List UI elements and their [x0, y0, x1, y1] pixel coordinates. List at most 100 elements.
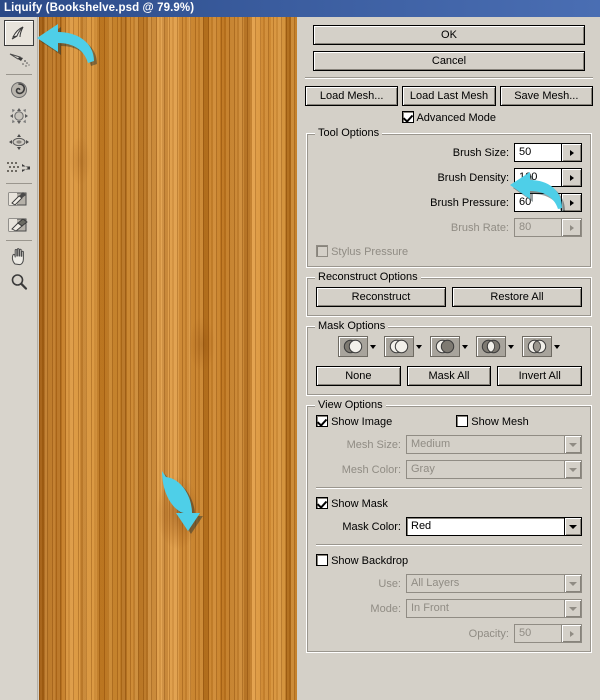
mask-options-legend: Mask Options	[315, 320, 389, 332]
tool-strip	[0, 17, 38, 700]
brush-size-stepper[interactable]	[561, 144, 581, 161]
load-mesh-button[interactable]: Load Mesh...	[305, 86, 399, 106]
brush-density-stepper[interactable]	[561, 169, 581, 186]
chevron-down-icon[interactable]	[564, 518, 581, 535]
backdrop-opacity-label: Opacity:	[468, 627, 509, 640]
stylus-pressure-row: Stylus Pressure	[316, 245, 582, 258]
chevron-down-icon	[564, 436, 581, 453]
brush-rate-stepper	[561, 219, 581, 236]
reconstruct-button[interactable]: Reconstruct	[316, 287, 446, 307]
mask-subtract-icon	[430, 336, 460, 357]
twirl-clockwise-tool[interactable]	[4, 77, 34, 103]
panel-divider	[305, 77, 593, 79]
brush-size-label: Brush Size:	[452, 146, 509, 159]
tool-separator	[5, 74, 32, 75]
reconstruct-icon	[8, 50, 30, 68]
mask-mode-subtract-from-selection[interactable]	[430, 336, 468, 357]
mask-none-button[interactable]: None	[316, 366, 401, 386]
freeze-mask-icon	[8, 190, 30, 208]
hand-tool[interactable]	[4, 243, 34, 269]
checkbox-box	[316, 415, 328, 427]
mesh-color-select: Gray	[406, 460, 582, 479]
thaw-mask-icon	[8, 216, 30, 234]
tool-separator	[5, 183, 32, 184]
forward-warp-tool[interactable]	[3, 20, 34, 46]
brush-rate-input: 80	[514, 218, 582, 237]
backdrop-use-select: All Layers	[406, 574, 582, 593]
reconstruct-tool[interactable]	[4, 46, 34, 72]
ok-button[interactable]: OK	[313, 25, 585, 45]
checkbox-box	[456, 415, 469, 427]
mask-color-select[interactable]: Red	[406, 517, 582, 536]
mask-mode-intersect-with-selection[interactable]	[476, 336, 514, 357]
advanced-mode-label: Advanced Mode	[416, 112, 496, 124]
mesh-buttons-row: Load Mesh... Load Last Mesh Save Mesh...	[305, 86, 593, 106]
brush-size-value: 50	[515, 144, 561, 161]
mask-all-button[interactable]: Mask All	[406, 366, 492, 386]
chevron-down-icon	[508, 344, 514, 349]
mask-color-value: Red	[411, 520, 432, 532]
brush-pressure-label: Brush Pressure:	[430, 196, 509, 209]
mask-color-row: Mask Color: Red	[316, 517, 582, 536]
show-image-checkbox[interactable]: Show Image	[316, 415, 392, 428]
backdrop-mode-row: Mode: In Front	[316, 599, 582, 618]
forward-warp-icon	[9, 24, 29, 42]
mesh-color-label: Mesh Color:	[341, 463, 401, 476]
backdrop-use-label: Use:	[378, 577, 401, 590]
brush-size-input[interactable]: 50	[514, 143, 582, 162]
restore-all-button[interactable]: Restore All	[452, 287, 582, 307]
mask-mode-invert-selection[interactable]	[522, 336, 560, 357]
mask-add-icon	[384, 336, 414, 357]
options-panel: OK Cancel Load Mesh... Load Last Mesh Sa…	[298, 17, 600, 700]
mesh-size-select: Medium	[406, 435, 582, 454]
pucker-icon	[9, 107, 29, 125]
mask-invert-all-button[interactable]: Invert All	[497, 366, 583, 386]
chevron-down-icon	[370, 344, 376, 349]
brush-density-input[interactable]: 100	[514, 168, 582, 187]
zoom-tool[interactable]	[4, 269, 34, 295]
wood-knot	[69, 137, 91, 185]
wood-texture-image	[39, 17, 297, 700]
push-left-tool[interactable]	[4, 155, 34, 181]
brush-pressure-input[interactable]: 60	[514, 193, 582, 212]
checkbox-box	[316, 497, 328, 509]
backdrop-use-row: Use: All Layers	[316, 574, 582, 593]
cancel-button[interactable]: Cancel	[313, 51, 585, 71]
tool-separator	[5, 240, 32, 241]
brush-pressure-stepper[interactable]	[561, 194, 581, 211]
push-left-icon	[6, 160, 31, 176]
thaw-mask-tool[interactable]	[4, 212, 34, 238]
brush-rate-label: Brush Rate:	[450, 221, 509, 234]
zoom-magnifier-icon	[10, 273, 28, 291]
backdrop-opacity-value: 50	[515, 625, 561, 642]
chevron-down-icon	[416, 344, 422, 349]
show-mask-checkbox[interactable]: Show Mask	[316, 497, 388, 510]
chevron-down-icon	[462, 344, 468, 349]
mask-mode-replace-selection[interactable]	[338, 336, 376, 357]
backdrop-mode-value: In Front	[411, 602, 449, 614]
backdrop-opacity-row: Opacity: 50	[316, 624, 582, 643]
brush-pressure-row: Brush Pressure: 60	[316, 193, 582, 212]
freeze-mask-tool[interactable]	[4, 186, 34, 212]
image-preview-canvas[interactable]	[39, 17, 297, 700]
backdrop-mode-select: In Front	[406, 599, 582, 618]
mesh-size-row: Mesh Size: Medium	[316, 435, 582, 454]
mesh-color-row: Mesh Color: Gray	[316, 460, 582, 479]
view-options-divider	[316, 544, 582, 546]
show-mesh-label: Show Mesh	[471, 416, 529, 428]
pucker-tool[interactable]	[4, 103, 34, 129]
brush-size-row: Brush Size: 50	[316, 143, 582, 162]
view-options-group: View Options Show Image Show Mesh Mesh S…	[306, 399, 592, 653]
mask-mode-add-to-selection[interactable]	[384, 336, 422, 357]
bloat-tool[interactable]	[4, 129, 34, 155]
mesh-size-value: Medium	[411, 438, 451, 450]
load-last-mesh-button[interactable]: Load Last Mesh	[402, 86, 496, 106]
checkbox-box	[316, 245, 328, 257]
mask-mode-buttons	[316, 336, 582, 357]
advanced-mode-checkbox[interactable]: Advanced Mode	[402, 111, 496, 124]
stylus-pressure-label: Stylus Pressure	[331, 246, 409, 258]
show-backdrop-checkbox[interactable]: Show Backdrop	[316, 554, 409, 567]
save-mesh-button[interactable]: Save Mesh...	[499, 86, 593, 106]
show-mesh-checkbox[interactable]: Show Mesh	[456, 415, 529, 428]
show-backdrop-label: Show Backdrop	[331, 555, 409, 567]
